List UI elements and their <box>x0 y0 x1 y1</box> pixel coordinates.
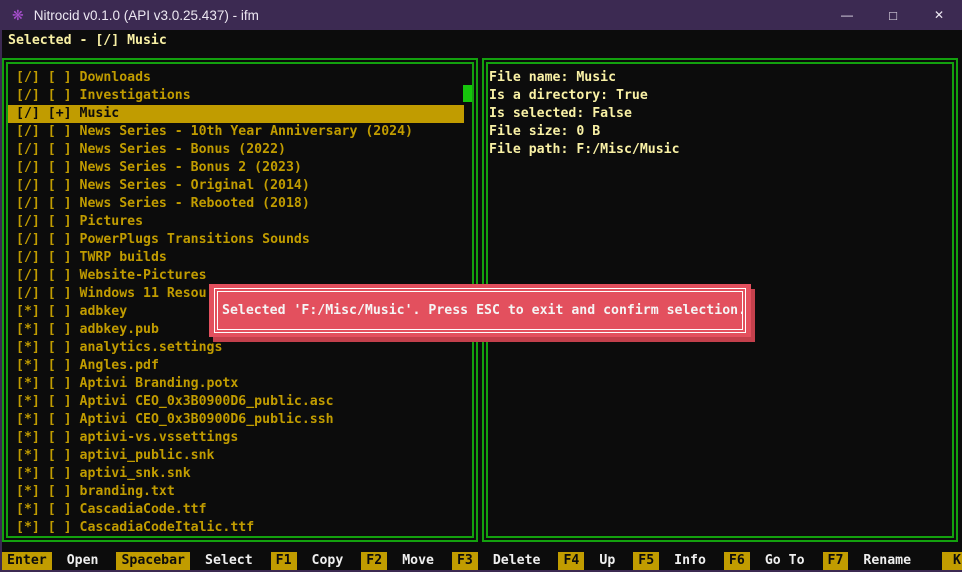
keybinding-k-truncated: K <box>942 552 962 570</box>
file-list-item[interactable]: [/] [ ] News Series - Bonus 2 (2023) <box>8 159 464 177</box>
key-action-label: Up <box>599 552 615 570</box>
window-title: Nitrocid v0.1.0 (API v3.0.25.437) - ifm <box>34 8 259 23</box>
file-list-item[interactable]: [*] [ ] aptivi_snk.snk <box>8 465 464 483</box>
file-list-item[interactable]: [/] [ ] Downloads <box>8 69 464 87</box>
key-chip-f4[interactable]: F4 <box>558 552 584 570</box>
key-chip-f2[interactable]: F2 <box>361 552 387 570</box>
keybinding-copy: F1 Copy <box>271 552 344 570</box>
file-info-line: File path: F:/Misc/Music <box>489 141 952 159</box>
key-chip-f7[interactable]: F7 <box>823 552 849 570</box>
key-action-label: Delete <box>493 552 541 570</box>
key-chip-k[interactable]: K <box>942 552 962 570</box>
key-chip-f5[interactable]: F5 <box>633 552 659 570</box>
key-action-label: Go To <box>765 552 805 570</box>
file-list-item[interactable]: [/] [ ] News Series - Original (2014) <box>8 177 464 195</box>
keybinding-goto: F6 Go To <box>724 552 805 570</box>
selection-dialog: Selected 'F:/Misc/Music'. Press ESC to e… <box>209 284 751 337</box>
keybinding-rename: F7 Rename <box>823 552 912 570</box>
file-list-item[interactable]: [*] [ ] Aptivi CEO_0x3B0900D6_public.asc <box>8 393 464 411</box>
file-list-item[interactable]: [/] [ ] PowerPlugs Transitions Sounds <box>8 231 464 249</box>
dialog-message: Selected 'F:/Misc/Music'. Press ESC to e… <box>214 288 746 333</box>
file-list-item[interactable]: [*] [ ] analytics.settings <box>8 339 464 357</box>
key-action-label: Move <box>402 552 434 570</box>
key-chip-enter[interactable]: Enter <box>2 552 52 570</box>
file-info-line: File name: Music <box>489 69 952 87</box>
keybinding-up: F4 Up <box>558 552 615 570</box>
keybinding-open: Enter Open <box>2 552 98 570</box>
key-action-label: Info <box>674 552 706 570</box>
keybinding-select: Spacebar Select <box>116 552 252 570</box>
close-button[interactable]: ✕ <box>916 0 962 30</box>
file-info-line: Is selected: False <box>489 105 952 123</box>
keybinding-move: F2 Move <box>361 552 434 570</box>
file-info-line: File size: 0 B <box>489 123 952 141</box>
file-list-item[interactable]: [*] [ ] aptivi_public.snk <box>8 447 464 465</box>
file-info-line: Is a directory: True <box>489 87 952 105</box>
key-action-label: Select <box>205 552 253 570</box>
file-list-item[interactable]: [*] [ ] CascadiaCodeItalic.ttf <box>8 519 464 536</box>
file-list-item[interactable]: [/] [ ] Investigations <box>8 87 464 105</box>
file-list-item[interactable]: [*] [ ] CascadiaCode.ttf <box>8 501 464 519</box>
file-list-item[interactable]: [/] [ ] Website-Pictures <box>8 267 464 285</box>
file-list-item[interactable]: [*] [ ] branding.txt <box>8 483 464 501</box>
keybinding-delete: F3 Delete <box>452 552 541 570</box>
titlebar: ❋ Nitrocid v0.1.0 (API v3.0.25.437) - if… <box>0 0 962 30</box>
maximize-button[interactable]: □ <box>870 0 916 30</box>
key-chip-f3[interactable]: F3 <box>452 552 478 570</box>
file-list-item[interactable]: [*] [ ] Aptivi CEO_0x3B0900D6_public.ssh <box>8 411 464 429</box>
file-list-item[interactable]: [*] [ ] Angles.pdf <box>8 357 464 375</box>
key-chip-f1[interactable]: F1 <box>271 552 297 570</box>
key-action-label: Rename <box>863 552 911 570</box>
file-list-item[interactable]: [/] [ ] News Series - Bonus (2022) <box>8 141 464 159</box>
key-action-label: Copy <box>312 552 344 570</box>
scrollbar-thumb[interactable] <box>463 85 472 102</box>
minimize-button[interactable]: — <box>824 0 870 30</box>
nitrocid-logo-icon: ❋ <box>12 8 24 22</box>
keybinding-info: F5 Info <box>633 552 706 570</box>
file-list-item-selected[interactable]: [/] [+] Music <box>8 105 464 123</box>
selection-status: Selected - [/] Music <box>8 32 167 50</box>
file-list-item[interactable]: [/] [ ] Pictures <box>8 213 464 231</box>
file-list-item[interactable]: [*] [ ] Aptivi Branding.potx <box>8 375 464 393</box>
window-controls: — □ ✕ <box>824 0 962 30</box>
file-list-item[interactable]: [/] [ ] News Series - 10th Year Annivers… <box>8 123 464 141</box>
file-list-item[interactable]: [/] [ ] TWRP builds <box>8 249 464 267</box>
keybinding-bar: Enter Open Spacebar Select F1 Copy F2 Mo… <box>2 552 962 570</box>
file-list-item[interactable]: [*] [ ] aptivi-vs.vssettings <box>8 429 464 447</box>
file-list-item[interactable]: [/] [ ] News Series - Rebooted (2018) <box>8 195 464 213</box>
key-chip-spacebar[interactable]: Spacebar <box>116 552 190 570</box>
key-action-label: Open <box>67 552 99 570</box>
key-chip-f6[interactable]: F6 <box>724 552 750 570</box>
